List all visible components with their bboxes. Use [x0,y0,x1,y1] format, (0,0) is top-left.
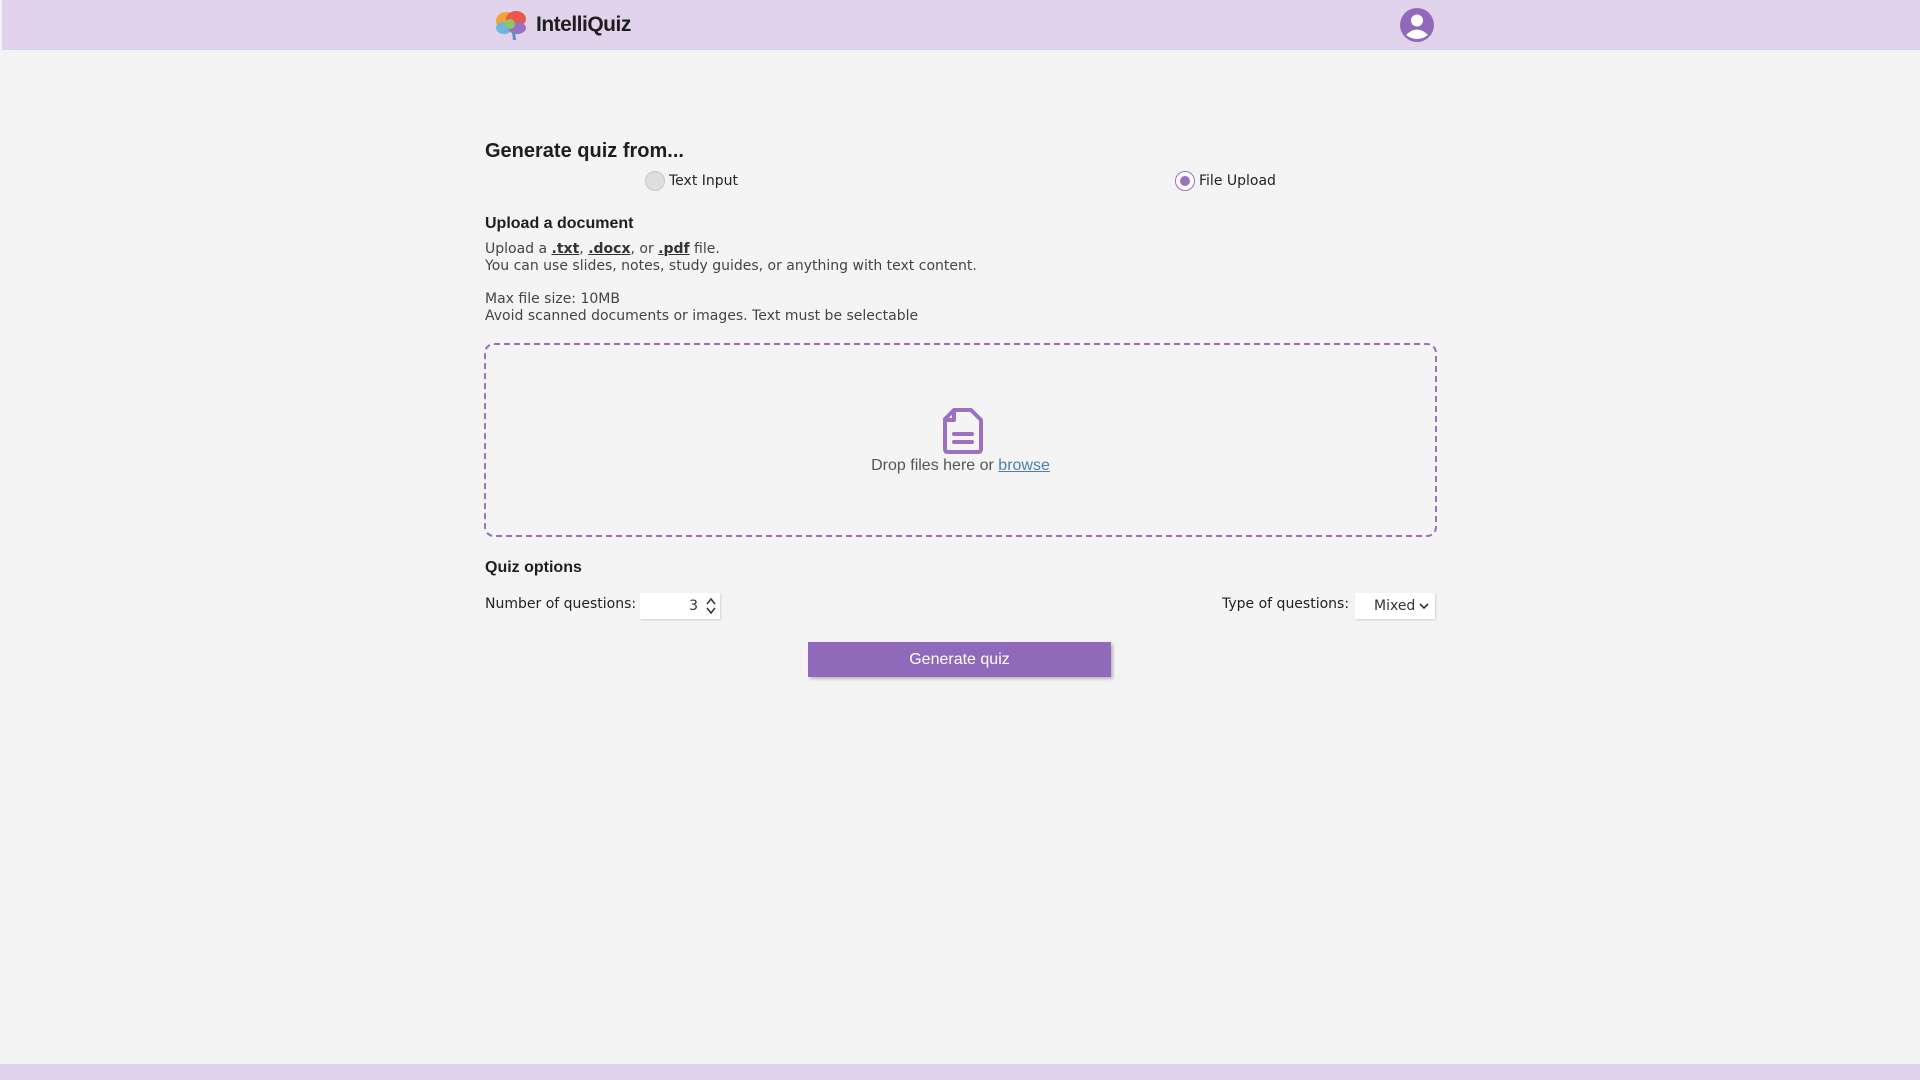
radio-label: File Upload [1199,173,1276,189]
stepper-arrows-icon[interactable] [705,596,717,616]
drop-text: Drop files here or browse [871,457,1050,474]
source-heading: Generate quiz from... [485,140,684,162]
ext-docx: .docx [588,241,631,257]
num-questions-label: Number of questions: [485,596,637,612]
app-name: IntelliQuiz [536,13,631,36]
question-type-label: Type of questions: [1222,596,1350,612]
brain-icon [496,11,526,40]
question-type-value: Mixed [1374,598,1416,614]
num-questions-input[interactable]: 3 [640,593,720,619]
generate-quiz-button[interactable]: Generate quiz [808,642,1111,677]
file-dropzone[interactable]: Drop files here or browse [484,343,1437,537]
question-type-select[interactable]: Mixed [1355,593,1435,619]
user-avatar-icon[interactable] [1400,8,1434,42]
radio-label: Text Input [669,173,739,189]
radio-text-input[interactable]: Text Input [645,171,738,191]
num-questions-value: 3 [689,598,698,614]
app-logo[interactable]: IntelliQuiz [494,8,631,42]
upload-hint: You can use slides, notes, study guides,… [485,258,977,274]
chevron-down-icon [1419,603,1429,610]
bottom-bar [0,1064,1920,1080]
radio-button[interactable] [1175,171,1195,191]
document-icon [943,408,983,454]
radio-button[interactable] [645,171,665,191]
browse-link[interactable]: browse [998,457,1050,474]
ext-txt: .txt [551,241,580,257]
upload-heading: Upload a document [485,215,634,232]
options-heading: Quiz options [485,559,582,576]
scan-warning: Avoid scanned documents or images. Text … [485,308,919,324]
ext-pdf: .pdf [658,241,690,257]
radio-file-upload[interactable]: File Upload [1175,171,1276,191]
upload-instructions: Upload a .txt, .docx, or .pdf file. [485,241,720,257]
top-bar: IntelliQuiz [2,0,1920,50]
max-size-note: Max file size: 10MB [485,291,620,307]
